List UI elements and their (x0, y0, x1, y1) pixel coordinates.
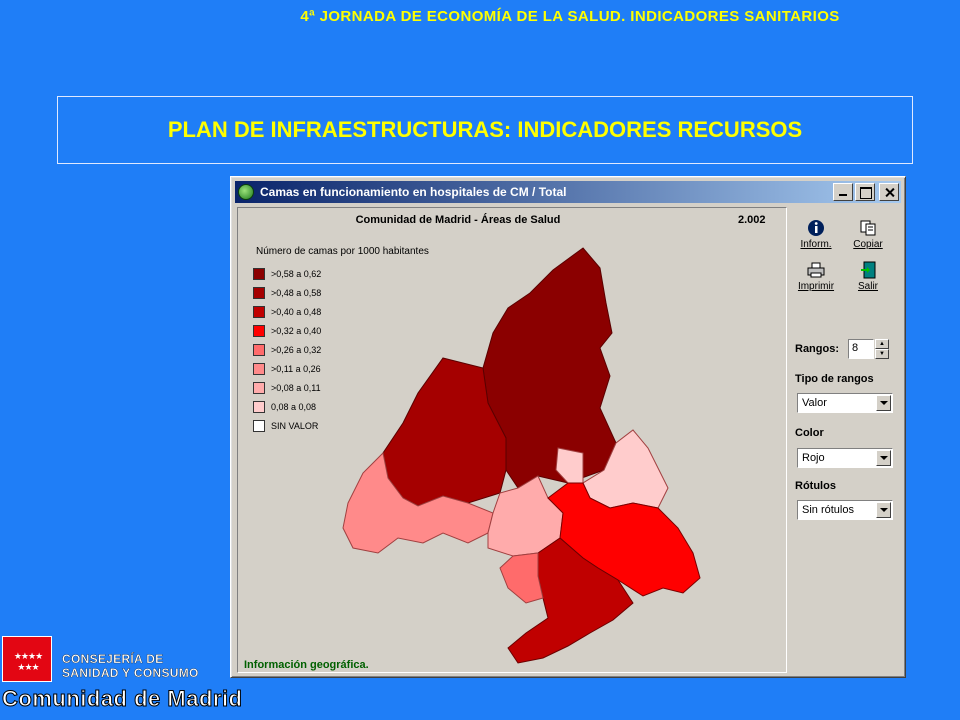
tipo-rangos-label: Tipo de rangos (795, 373, 874, 385)
legend: >0,58 a 0,62 >0,48 a 0,58 >0,40 a 0,48 >0,3… (253, 264, 321, 435)
info-icon (807, 219, 825, 237)
legend-label: >0,26 a 0,32 (271, 344, 322, 355)
map-window: Camas en funcionamiento en hospitales de… (230, 176, 906, 678)
imprimir-label: Imprimir (797, 281, 835, 292)
rotulos-select[interactable]: Sin rótulos (797, 500, 893, 520)
close-button[interactable] (879, 183, 899, 201)
slide-header: 4ª JORNADA DE ECONOMÍA DE LA SALUD. INDI… (300, 8, 840, 25)
chevron-down-icon[interactable] (876, 450, 891, 466)
legend-item: >0,58 a 0,62 (253, 264, 321, 283)
chevron-down-icon[interactable] (876, 502, 891, 518)
spin-up-icon[interactable]: ▲ (875, 339, 889, 349)
window-title: Camas en funcionamiento en hospitales de… (260, 185, 567, 199)
legend-label: >0,08 a 0,11 (271, 382, 321, 393)
legend-item: >0,40 a 0,48 (253, 302, 321, 321)
legend-swatch (253, 419, 265, 432)
legend-swatch (253, 286, 265, 299)
inform-button[interactable]: Inform. (793, 219, 839, 250)
legend-item: SIN VALOR (253, 416, 321, 435)
map-region-southwest[interactable] (499, 552, 544, 604)
legend-label: 0,08 a 0,08 (271, 401, 317, 412)
map-title: Comunidad de Madrid - Áreas de Salud (355, 214, 561, 226)
minimize-button[interactable] (833, 183, 853, 201)
legend-label: >0,58 a 0,62 (271, 268, 322, 279)
legend-item: >0,08 a 0,11 (253, 378, 321, 397)
legend-swatch (253, 324, 265, 337)
comunidad-name: Comunidad de Madrid (2, 686, 243, 712)
side-panel: Inform. Copiar Imprimir Salir Rangos: 8 … (791, 207, 901, 673)
legend-label: SIN VALOR (271, 420, 319, 431)
legend-label: >0,40 a 0,48 (271, 306, 322, 317)
salir-label: Salir (857, 281, 878, 292)
color-select[interactable]: Rojo (797, 448, 893, 468)
legend-swatch (253, 305, 265, 318)
legend-title: Número de camas por 1000 habitantes (256, 246, 429, 257)
status-text: Información geográfica. (244, 659, 369, 671)
copiar-label: Copiar (853, 239, 883, 250)
rotulos-label: Rótulos (795, 480, 836, 492)
window-titlebar[interactable]: Camas en funcionamiento en hospitales de… (235, 181, 901, 203)
chevron-down-icon[interactable] (876, 395, 891, 411)
stars-icon: ★★★★ ★★★ (13, 651, 43, 672)
legend-swatch (253, 362, 265, 375)
tipo-rangos-select[interactable]: Valor (797, 393, 893, 413)
legend-label: >0,32 a 0,40 (271, 325, 322, 336)
consejeria-label: CONSEJERÍA DE SANIDAD Y CONSUMO (62, 652, 199, 680)
legend-label: >0,11 a 0,26 (271, 363, 321, 374)
rangos-label: Rangos: (795, 343, 839, 355)
legend-item: >0,48 a 0,58 (253, 283, 321, 302)
legend-item: >0,11 a 0,26 (253, 359, 321, 378)
legend-swatch (253, 400, 265, 413)
slide-title-box: PLAN DE INFRAESTRUCTURAS: INDICADORES RE… (57, 96, 913, 164)
map-year: 2.002 (738, 214, 766, 226)
copiar-button[interactable]: Copiar (845, 219, 891, 250)
legend-swatch (253, 381, 265, 394)
salir-button[interactable]: Salir (845, 261, 891, 292)
legend-item: 0,08 a 0,08 (253, 397, 321, 416)
maximize-button[interactable] (855, 183, 875, 201)
map-panel: Comunidad de Madrid - Áreas de Salud 2.0… (237, 207, 787, 673)
rangos-input[interactable]: 8 (848, 339, 874, 359)
consejeria-line1: CONSEJERÍA DE (62, 652, 164, 666)
rangos-spinner[interactable]: ▲ ▼ (875, 339, 889, 359)
inform-label: Inform. (800, 239, 832, 250)
slide-title: PLAN DE INFRAESTRUCTURAS: INDICADORES RE… (167, 117, 803, 142)
legend-item: >0,32 a 0,40 (253, 321, 321, 340)
color-value: Rojo (802, 452, 825, 464)
legend-item: >0,26 a 0,32 (253, 340, 321, 359)
consejeria-line2: SANIDAD Y CONSUMO (62, 666, 199, 680)
legend-label: >0,48 a 0,58 (271, 287, 322, 298)
exit-door-icon (859, 261, 877, 279)
globe-icon (238, 184, 254, 200)
legend-swatch (253, 343, 265, 356)
copy-icon (859, 219, 877, 237)
imprimir-button[interactable]: Imprimir (793, 261, 839, 292)
tipo-rangos-value: Valor (802, 397, 827, 409)
madrid-flag-logo: ★★★★ ★★★ (2, 636, 52, 682)
spin-down-icon[interactable]: ▼ (875, 349, 889, 359)
color-label: Color (795, 427, 824, 439)
rotulos-value: Sin rótulos (802, 504, 854, 516)
legend-swatch (253, 267, 265, 280)
printer-icon (807, 261, 825, 279)
